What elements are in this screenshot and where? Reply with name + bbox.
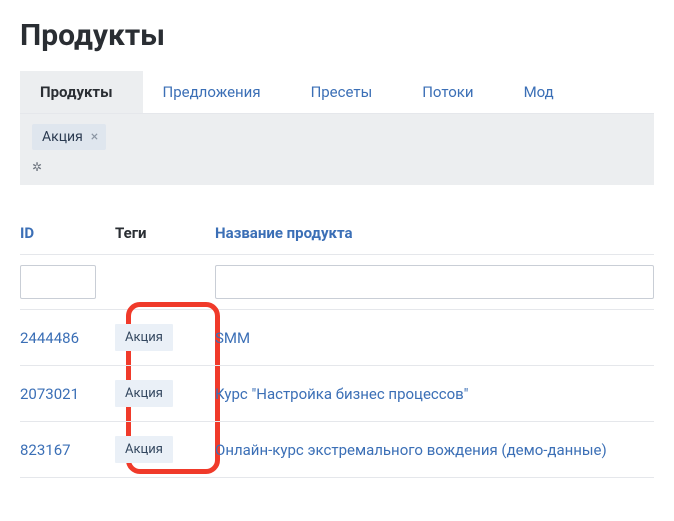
tab-mod[interactable]: Мод bbox=[504, 71, 584, 113]
table-body: 2444486 Акция SMM 2073021 Акция Курс "На… bbox=[20, 310, 654, 478]
tabs: Продукты Предложения Пресеты Потоки Мод bbox=[20, 71, 654, 114]
table-row: 2073021 Акция Курс "Настройка бизнес про… bbox=[20, 366, 654, 422]
tab-flows[interactable]: Потоки bbox=[402, 71, 503, 113]
product-id-link[interactable]: 2444486 bbox=[20, 329, 79, 347]
col-name-header[interactable]: Название продукта bbox=[215, 224, 363, 242]
page-title: Продукты bbox=[20, 18, 654, 53]
product-id-link[interactable]: 2073021 bbox=[20, 385, 79, 403]
filter-id-input[interactable] bbox=[20, 265, 96, 299]
filter-name-input[interactable] bbox=[215, 265, 654, 299]
tag-chip[interactable]: Акция bbox=[115, 324, 173, 351]
filter-tag-label: Акция bbox=[42, 129, 83, 145]
tab-offers[interactable]: Предложения bbox=[143, 71, 291, 113]
col-id-header[interactable]: ID bbox=[20, 224, 44, 242]
filter-tag[interactable]: Акция × bbox=[32, 124, 106, 150]
product-name-link[interactable]: SMM bbox=[215, 329, 250, 347]
table-row: 823167 Акция Онлайн-курс экстремального … bbox=[20, 422, 654, 478]
tab-products[interactable]: Продукты bbox=[20, 71, 143, 113]
product-name-link[interactable]: Онлайн-курс экстремального вождения (дем… bbox=[215, 441, 607, 459]
close-icon[interactable]: × bbox=[91, 130, 98, 144]
filter-bar: Акция × ✲ bbox=[20, 114, 654, 185]
tag-chip[interactable]: Акция bbox=[115, 380, 173, 407]
col-tags-header: Теги bbox=[115, 224, 157, 242]
table-filter-row bbox=[20, 254, 654, 310]
gear-icon[interactable]: ✲ bbox=[32, 160, 42, 174]
table-header: ID Теги Название продукта bbox=[20, 223, 654, 254]
tag-chip[interactable]: Акция bbox=[115, 436, 173, 463]
product-name-link[interactable]: Курс "Настройка бизнес процессов" bbox=[215, 385, 468, 403]
product-id-link[interactable]: 823167 bbox=[20, 441, 71, 459]
table-row: 2444486 Акция SMM bbox=[20, 310, 654, 366]
products-table: ID Теги Название продукта 2444486 Акция … bbox=[20, 223, 654, 478]
tab-presets[interactable]: Пресеты bbox=[291, 71, 403, 113]
